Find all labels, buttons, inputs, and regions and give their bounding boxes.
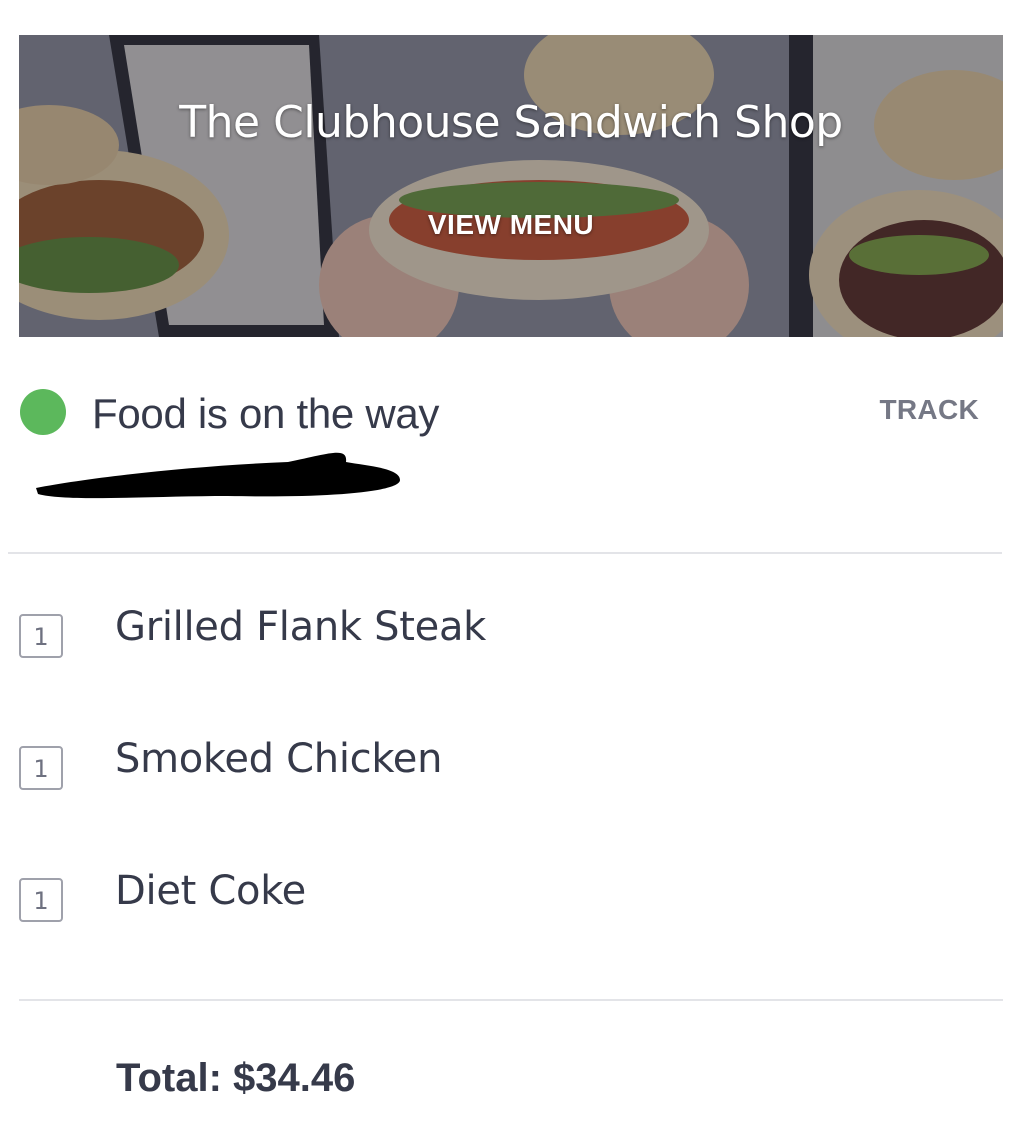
order-item: 1 Smoked Chicken (19, 736, 919, 794)
item-quantity-badge: 1 (19, 878, 63, 922)
item-quantity-badge: 1 (19, 746, 63, 790)
track-button[interactable]: TRACK (880, 394, 980, 426)
view-menu-button-wrap: VIEW MENU (19, 209, 1003, 241)
item-quantity-badge: 1 (19, 614, 63, 658)
item-name: Grilled Flank Steak (115, 604, 487, 650)
order-status-text: Food is on the way (92, 390, 440, 437)
order-item: 1 Grilled Flank Steak (19, 604, 919, 662)
banner-overlay (19, 35, 1003, 337)
item-name: Diet Coke (115, 868, 306, 914)
order-total: Total: $34.46 (116, 1056, 356, 1100)
order-item: 1 Diet Coke (19, 868, 919, 926)
section-divider (19, 999, 1003, 1001)
redaction-scribble (36, 452, 400, 499)
view-menu-button[interactable]: VIEW MENU (428, 209, 594, 241)
restaurant-banner: The Clubhouse Sandwich Shop VIEW MENU (19, 35, 1003, 337)
status-indicator-dot (20, 389, 66, 435)
section-divider (8, 552, 1002, 554)
item-name: Smoked Chicken (115, 736, 443, 782)
restaurant-name: The Clubhouse Sandwich Shop (179, 97, 843, 148)
